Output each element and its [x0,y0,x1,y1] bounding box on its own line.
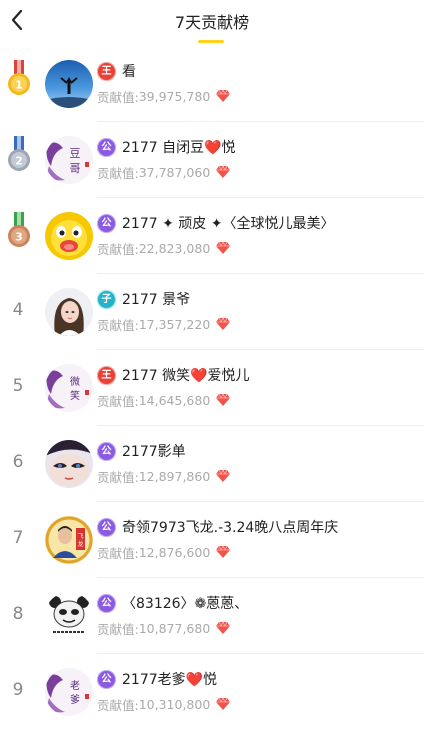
diamond-icon [216,90,231,102]
avatar[interactable] [45,592,93,640]
contribution-label: 贡献值: [97,165,139,181]
contribution-value: 37,787,060 [138,164,211,180]
user-name: 〈83126〉❁蒽蒽、 [122,596,249,612]
rank-number: 1 [15,79,23,92]
contribution-label: 贡献值: [97,393,139,409]
user-name: 2177 景爷 [122,292,191,308]
svg-text:爹: 爹 [70,693,80,706]
ranking-list: 1 王 看 贡献值: 39,975,780 2 豆 哥 公 2177 自闭豆❤️… [0,46,424,730]
user-name: 2177 ✦ 顽皮 ✦〈全球悦儿最美〉 [122,216,335,232]
svg-text:龙: 龙 [77,540,83,548]
diamond-icon [216,166,231,178]
svg-text:飞: 飞 [77,533,83,540]
list-item[interactable]: 6 公 2177影单 贡献值: 12,897,860 [0,426,424,502]
svg-text:豆: 豆 [70,147,81,160]
user-name: 奇领7973飞龙.-3.24晚八点周年庆 [122,520,339,536]
silver-medal-icon: 2 [8,136,30,171]
diamond-icon [216,394,231,406]
diamond-icon [216,698,231,710]
user-name: 2177影单 [122,444,186,460]
level-badge: 王 [97,61,116,81]
list-item[interactable]: 3 公 2177 ✦ 顽皮 ✦〈全球悦儿最美〉 贡献值: 22,823,080 [0,198,424,274]
avatar[interactable] [45,212,93,260]
list-item[interactable]: 2 豆 哥 公 2177 自闭豆❤️悦 贡献值: 37,787,060 [0,122,424,198]
level-badge: 公 [97,593,116,613]
svg-text:哥: 哥 [70,162,81,175]
user-name: 2177 微笑❤️爱悦儿 [122,368,250,384]
avatar[interactable] [45,440,93,488]
level-badge: 公 [97,213,116,233]
svg-text:微: 微 [70,375,80,388]
contribution-value: 17,357,220 [138,316,211,332]
rank-number: 5 [12,376,24,396]
bronze-medal-icon: 3 [8,212,30,247]
avatar[interactable]: 老 爹 [45,668,93,716]
contribution-label: 贡献值: [97,241,139,257]
diamond-icon [216,622,231,634]
contribution-label: 贡献值: [97,545,139,561]
contribution-label: 贡献值: [97,621,139,637]
level-badge: 公 [97,669,116,689]
contribution-value: 10,310,800 [138,696,211,712]
diamond-icon [216,546,231,558]
user-name: 看 [122,64,136,80]
list-item[interactable]: 9 老 爹 公 2177老爹❤️悦 贡献值: 10,310,800 [0,654,424,730]
svg-text:笑: 笑 [70,389,80,402]
rank-number: 7 [12,528,24,548]
header: 7天贡献榜 [0,0,424,46]
contribution-label: 贡献值: [97,697,139,713]
contribution-label: 贡献值: [97,89,139,105]
avatar[interactable] [45,288,93,336]
rank-number: 6 [12,452,24,472]
avatar[interactable]: 微 笑 [45,364,93,412]
gold-medal-icon: 1 [8,60,30,95]
rank-number: 4 [12,300,24,320]
list-item[interactable]: 5 微 笑 王 2177 微笑❤️爱悦儿 贡献值: 14,645,680 [0,350,424,426]
contribution-value: 22,823,080 [138,240,211,256]
contribution-value: 12,897,860 [138,468,211,484]
rank-number: 9 [12,680,24,700]
title-underline [198,40,224,43]
list-item[interactable]: 4 子 2177 景爷 贡献值: 17,357,220 [0,274,424,350]
user-name: 2177老爹❤️悦 [122,672,218,688]
diamond-icon [216,318,231,330]
contribution-value: 14,645,680 [138,392,211,408]
list-item[interactable]: 8 公 〈83126〉❁蒽蒽、 贡献值: 10,877,680 [0,578,424,654]
rank-number: 3 [15,231,23,244]
avatar[interactable]: 豆 哥 [45,136,93,184]
rank-number: 8 [12,604,24,624]
diamond-icon [216,470,231,482]
list-item[interactable]: 7 飞 龙 公 奇领7973飞龙.-3.24晚八点周年庆 贡献值: 12,876… [0,502,424,578]
page-title: 7天贡献榜 [174,13,250,32]
user-name: 2177 自闭豆❤️悦 [122,140,236,156]
svg-text:老: 老 [70,679,80,692]
contribution-value: 12,876,600 [138,544,211,560]
list-item[interactable]: 1 王 看 贡献值: 39,975,780 [0,46,424,122]
contribution-label: 贡献值: [97,469,139,485]
level-badge: 公 [97,441,116,461]
avatar[interactable]: 飞 龙 [45,516,93,564]
diamond-icon [216,242,231,254]
rank-number: 2 [15,155,23,168]
contribution-value: 39,975,780 [138,88,211,104]
avatar[interactable] [45,60,93,108]
level-badge: 公 [97,137,116,157]
contribution-value: 10,877,680 [138,620,211,636]
contribution-label: 贡献值: [97,317,139,333]
level-badge: 子 [97,289,116,309]
level-badge: 王 [97,365,116,385]
level-badge: 公 [97,517,116,537]
